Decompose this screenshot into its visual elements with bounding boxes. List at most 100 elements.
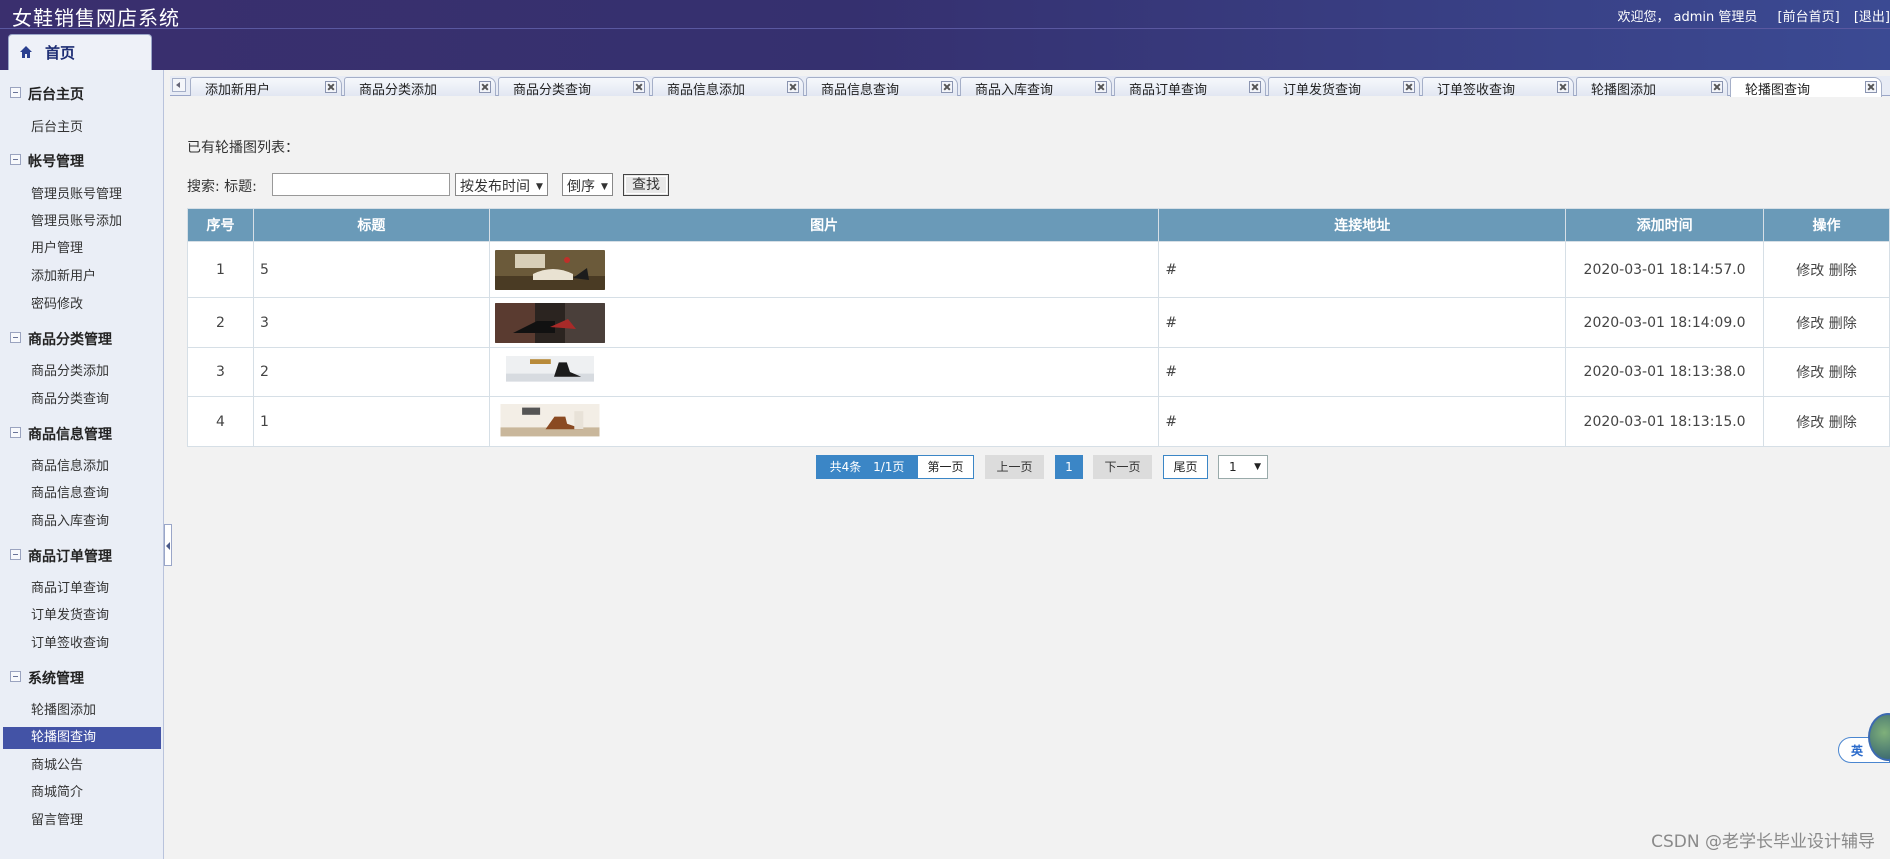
- sidebar-section-system[interactable]: 系统管理: [0, 664, 164, 690]
- sidebar-item-carousel-add[interactable]: 轮播图添加: [3, 700, 161, 722]
- app-title: 女鞋销售网店系统: [12, 6, 180, 30]
- sidebar-item-ship-query[interactable]: 订单发货查询: [3, 605, 161, 627]
- tab-label: 订单签收查询: [1437, 83, 1516, 98]
- table-row: 3 2 # 2020-03-01 18:13:38.0 修改 删除: [187, 347, 1890, 397]
- sidebar-item-product-add[interactable]: 商品信息添加: [3, 456, 161, 478]
- tab-label: 轮播图添加: [1591, 83, 1657, 98]
- sidebar-item-category-query[interactable]: 商品分类查询: [3, 389, 161, 411]
- collapse-icon: [10, 671, 21, 682]
- search-button[interactable]: 查找: [623, 174, 669, 196]
- page-jump-value: 1: [1229, 460, 1237, 474]
- tab-category-add[interactable]: 商品分类添加: [344, 77, 496, 98]
- close-icon[interactable]: [325, 81, 337, 93]
- collapse-icon: [10, 154, 21, 165]
- sidebar-item-intro[interactable]: 商城简介: [3, 782, 161, 804]
- sidebar-item-user-manage[interactable]: 用户管理: [3, 238, 161, 260]
- table-row: 2 3 # 2020-03-01 18:14:09.0 修改 删除: [187, 297, 1890, 348]
- sidebar-section-product[interactable]: 商品信息管理: [0, 420, 164, 446]
- sidebar-section-accounts[interactable]: 帐号管理: [0, 147, 164, 173]
- sidebar-item-user-add[interactable]: 添加新用户: [3, 266, 161, 288]
- cell-actions: 修改 删除: [1763, 241, 1890, 298]
- ime-language-label: 英: [1851, 744, 1864, 758]
- sidebar-item-stock-query[interactable]: 商品入库查询: [3, 511, 161, 533]
- close-icon[interactable]: [1711, 81, 1723, 93]
- first-page-button[interactable]: 第一页: [917, 455, 974, 479]
- sidebar-item-notice[interactable]: 商城公告: [3, 755, 161, 777]
- tab-category-query[interactable]: 商品分类查询: [498, 77, 650, 98]
- home-tab[interactable]: 首页: [8, 34, 152, 70]
- sort-field-select[interactable]: 按发布时间: [455, 173, 548, 196]
- delete-link[interactable]: 删除: [1829, 316, 1857, 332]
- sort-order-select[interactable]: 倒序: [562, 173, 613, 196]
- tab-label: 商品分类查询: [513, 83, 592, 98]
- sidebar-item-messages[interactable]: 留言管理: [3, 810, 161, 832]
- delete-link[interactable]: 删除: [1829, 415, 1857, 431]
- tab-ship-query[interactable]: 订单发货查询: [1268, 77, 1420, 98]
- tab-order-query[interactable]: 商品订单查询: [1114, 77, 1266, 98]
- carousel-image: [505, 356, 594, 382]
- cell-link: #: [1158, 347, 1567, 397]
- top-links: 欢迎您， admin 管理员 [前台首页] [退出]: [1608, 6, 1890, 25]
- cell-actions: 修改 删除: [1763, 396, 1890, 447]
- close-icon[interactable]: [1557, 81, 1569, 93]
- sidebar-item-category-add[interactable]: 商品分类添加: [3, 361, 161, 383]
- sidebar-section-orders[interactable]: 商品订单管理: [0, 542, 164, 568]
- cell-time: 2020-03-01 18:14:57.0: [1565, 241, 1765, 298]
- sidebar-collapse-handle[interactable]: [164, 524, 172, 566]
- tab-label: 商品订单查询: [1129, 83, 1208, 98]
- sidebar-item-order-query[interactable]: 商品订单查询: [3, 578, 161, 600]
- cell-title: 3: [252, 297, 490, 348]
- page-number-button[interactable]: 1: [1055, 455, 1083, 479]
- edit-link[interactable]: 修改: [1796, 263, 1824, 279]
- tab-stock-query[interactable]: 商品入库查询: [960, 77, 1112, 98]
- close-icon[interactable]: [1095, 81, 1107, 93]
- sidebar-item-dashboard[interactable]: 后台主页: [3, 117, 161, 139]
- front-page-link[interactable]: [前台首页]: [1778, 10, 1840, 25]
- close-icon[interactable]: [941, 81, 953, 93]
- column-header: 图片: [488, 208, 1160, 242]
- sidebar-section-home[interactable]: 后台主页: [0, 80, 164, 106]
- sidebar: 后台主页 后台主页 帐号管理 管理员账号管理 管理员账号添加 用户管理 添加新用…: [0, 70, 164, 859]
- tab-product-add[interactable]: 商品信息添加: [652, 77, 804, 98]
- tab-scroll-left-icon[interactable]: [172, 78, 186, 92]
- tab-sign-query[interactable]: 订单签收查询: [1422, 77, 1574, 98]
- cell-no: 4: [187, 396, 254, 447]
- tab-carousel-add[interactable]: 轮播图添加: [1576, 77, 1728, 98]
- page-jump-select[interactable]: 1: [1218, 455, 1268, 479]
- delete-link[interactable]: 删除: [1829, 263, 1857, 279]
- tab-user-add[interactable]: 添加新用户: [190, 77, 342, 98]
- sidebar-section-category[interactable]: 商品分类管理: [0, 325, 164, 351]
- cell-image: [488, 241, 1160, 298]
- edit-link[interactable]: 修改: [1796, 365, 1824, 381]
- sidebar-item-password[interactable]: 密码修改: [3, 294, 161, 316]
- sidebar-section-title: 商品信息管理: [28, 427, 112, 443]
- home-tab-label: 首页: [45, 44, 76, 62]
- prev-page-button[interactable]: 上一页: [985, 455, 1044, 479]
- close-icon[interactable]: [1249, 81, 1261, 93]
- close-icon[interactable]: [1403, 81, 1415, 93]
- column-header: 操作: [1763, 208, 1890, 242]
- logout-link[interactable]: [退出]: [1854, 10, 1890, 25]
- title-search-input[interactable]: [272, 173, 450, 196]
- next-page-button[interactable]: 下一页: [1093, 455, 1152, 479]
- close-icon[interactable]: [479, 81, 491, 93]
- carousel-table: 序号 标题 图片 连接地址 添加时间 操作 1 5 # 2020-03-01 1…: [187, 208, 1890, 447]
- close-icon[interactable]: [1865, 81, 1877, 93]
- total-count: 共4条: [829, 460, 862, 474]
- sidebar-item-admin-add[interactable]: 管理员账号添加: [3, 211, 161, 233]
- sidebar-item-carousel-query[interactable]: 轮播图查询: [3, 727, 161, 749]
- close-icon[interactable]: [633, 81, 645, 93]
- edit-link[interactable]: 修改: [1796, 415, 1824, 431]
- sidebar-item-admin-manage[interactable]: 管理员账号管理: [3, 184, 161, 206]
- tab-product-query[interactable]: 商品信息查询: [806, 77, 958, 98]
- tab-carousel-query[interactable]: 轮播图查询: [1730, 77, 1882, 98]
- sidebar-item-product-query[interactable]: 商品信息查询: [3, 483, 161, 505]
- home-icon: [20, 46, 32, 58]
- sidebar-section-title: 系统管理: [28, 671, 84, 687]
- edit-link[interactable]: 修改: [1796, 316, 1824, 332]
- delete-link[interactable]: 删除: [1829, 365, 1857, 381]
- close-icon[interactable]: [787, 81, 799, 93]
- cell-image: [488, 396, 1160, 447]
- last-page-button[interactable]: 尾页: [1163, 455, 1208, 479]
- sidebar-item-sign-query[interactable]: 订单签收查询: [3, 633, 161, 655]
